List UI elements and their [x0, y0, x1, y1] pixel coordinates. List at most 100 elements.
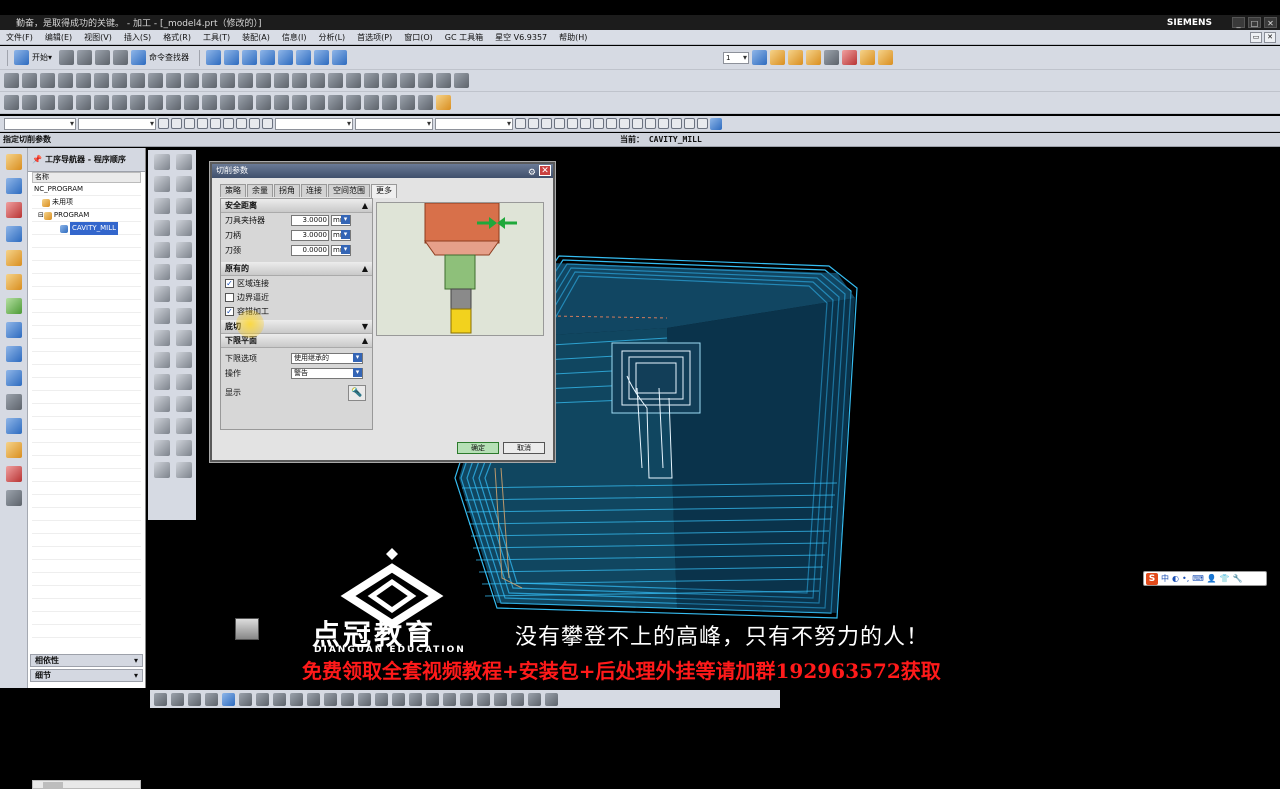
ime-shirt-icon[interactable]: 👕	[1220, 574, 1230, 583]
ruler-icon[interactable]	[860, 50, 876, 65]
roles-icon[interactable]	[5, 442, 22, 458]
ime-symbol-icon[interactable]: •,	[1182, 574, 1189, 583]
intersect-icon[interactable]	[184, 73, 199, 88]
slot-icon[interactable]	[112, 73, 127, 88]
back-arrow-icon[interactable]	[188, 692, 201, 706]
polygon-icon[interactable]	[176, 286, 192, 302]
method-view-icon[interactable]	[148, 95, 163, 110]
dialog-close-icon[interactable]: ✕	[539, 165, 551, 176]
filter-icon[interactable]	[158, 118, 169, 129]
pan-icon[interactable]	[260, 50, 276, 65]
unit-select[interactable]: mm	[331, 215, 351, 226]
render-style-icon[interactable]	[314, 50, 330, 65]
tree-row-program[interactable]: ⊟ PROGRAM	[32, 209, 141, 222]
unit-select[interactable]: mm	[331, 230, 351, 241]
machine-control-icon[interactable]	[418, 95, 433, 110]
machine-tool-navigator-icon[interactable]	[5, 250, 22, 266]
translucency-icon[interactable]	[477, 692, 490, 706]
pad-icon[interactable]	[94, 73, 109, 88]
feature-rule-icon[interactable]	[249, 118, 260, 129]
text-icon[interactable]	[154, 330, 170, 346]
save-icon[interactable]	[95, 50, 111, 65]
shell-icon[interactable]	[238, 73, 253, 88]
open-file-icon[interactable]	[77, 50, 93, 65]
column-header-name[interactable]: 名称	[32, 172, 141, 183]
menu-info[interactable]: 信息(I)	[276, 32, 313, 43]
replace-face-icon[interactable]	[364, 73, 379, 88]
lower-option-select[interactable]: 使用继承的	[291, 353, 363, 364]
offset-curve-icon[interactable]	[176, 176, 192, 192]
rectangle-icon[interactable]	[154, 286, 170, 302]
top-view-icon[interactable]	[256, 692, 269, 706]
orient-icon[interactable]	[222, 692, 235, 706]
part-navigator-icon[interactable]	[5, 202, 22, 218]
edge-blend-icon[interactable]	[202, 73, 217, 88]
chamfer-icon[interactable]	[220, 73, 235, 88]
postprocess-icon[interactable]	[238, 95, 253, 110]
menu-view[interactable]: 视图(V)	[78, 32, 118, 43]
snap-mid-icon[interactable]	[541, 118, 552, 129]
layer-settings-icon[interactable]	[752, 50, 768, 65]
snap-end-icon[interactable]	[528, 118, 539, 129]
shank-clearance-input[interactable]: 3.0000	[291, 230, 329, 241]
orient-view-icon[interactable]	[296, 50, 312, 65]
colors-icon[interactable]	[443, 692, 456, 706]
groove-icon[interactable]	[130, 73, 145, 88]
extract-icon[interactable]	[154, 418, 170, 434]
collapse-icon[interactable]: ⊟	[38, 209, 44, 222]
snap-arc-icon[interactable]	[697, 118, 708, 129]
fillet-curve-icon[interactable]	[176, 330, 192, 346]
measure-icon[interactable]	[806, 50, 822, 65]
tree-row-nc-program[interactable]: NC_PROGRAM	[32, 183, 141, 196]
snap-existing-icon[interactable]	[606, 118, 617, 129]
checkbox-icon[interactable]	[225, 292, 234, 302]
snap-toggle-icon[interactable]	[154, 692, 167, 706]
snap-control-icon[interactable]	[554, 118, 565, 129]
move-face-icon[interactable]	[382, 73, 397, 88]
pattern-icon[interactable]	[346, 73, 361, 88]
object-info-icon[interactable]	[328, 95, 343, 110]
snap-center-icon[interactable]	[580, 118, 591, 129]
tool-info-icon[interactable]	[400, 95, 415, 110]
menu-format[interactable]: 格式(R)	[157, 32, 197, 43]
menu-analysis[interactable]: 分析(L)	[312, 32, 351, 43]
scroll-thumb[interactable]	[43, 782, 63, 788]
region-connect-checkbox[interactable]: ✓ 区域连接	[221, 276, 372, 290]
gouge-check-icon[interactable]	[364, 95, 379, 110]
unite-icon[interactable]	[148, 73, 163, 88]
sew-icon[interactable]	[418, 73, 433, 88]
bridge-curve-icon[interactable]	[176, 220, 192, 236]
chevron-up-icon[interactable]: ▲	[362, 334, 368, 347]
layer-visibility-icon[interactable]	[426, 692, 439, 706]
replay-path-icon[interactable]	[184, 95, 199, 110]
restore-icon[interactable]: ▭	[1250, 31, 1262, 43]
ime-mode-label[interactable]: 中	[1161, 573, 1169, 584]
shop-doc-icon[interactable]	[256, 95, 271, 110]
palette-icon[interactable]	[5, 490, 22, 506]
edge-rule-icon[interactable]	[223, 118, 234, 129]
system-scenes-icon[interactable]	[5, 466, 22, 482]
divide-curve-icon[interactable]	[154, 374, 170, 390]
wcs-icon[interactable]	[770, 50, 786, 65]
helix-icon[interactable]	[154, 308, 170, 324]
lights-icon[interactable]	[494, 692, 507, 706]
tab-containment[interactable]: 空间范围	[328, 184, 370, 197]
through-curves-icon[interactable]	[176, 440, 192, 456]
web-browser-icon[interactable]	[5, 322, 22, 338]
generate-path-icon[interactable]	[166, 95, 181, 110]
snap-icon[interactable]	[788, 50, 804, 65]
forward-arrow-icon[interactable]	[205, 692, 218, 706]
menu-gc-toolbox[interactable]: GC 工具箱	[439, 32, 489, 43]
minimize-icon[interactable]: _	[1232, 17, 1245, 28]
doc-close-icon[interactable]: ✕	[1264, 31, 1276, 43]
right-view-icon[interactable]	[273, 692, 286, 706]
system-materials-icon[interactable]	[5, 370, 22, 386]
zoom-window-icon[interactable]	[242, 50, 258, 65]
join-curve-icon[interactable]	[154, 220, 170, 236]
details-panel[interactable]: 细节	[30, 669, 143, 682]
simulate-icon[interactable]	[220, 95, 235, 110]
revolve-icon[interactable]	[22, 73, 37, 88]
name-icon[interactable]	[436, 95, 451, 110]
collision-check-icon[interactable]	[382, 95, 397, 110]
chevron-up-icon[interactable]: ▲	[362, 199, 368, 212]
